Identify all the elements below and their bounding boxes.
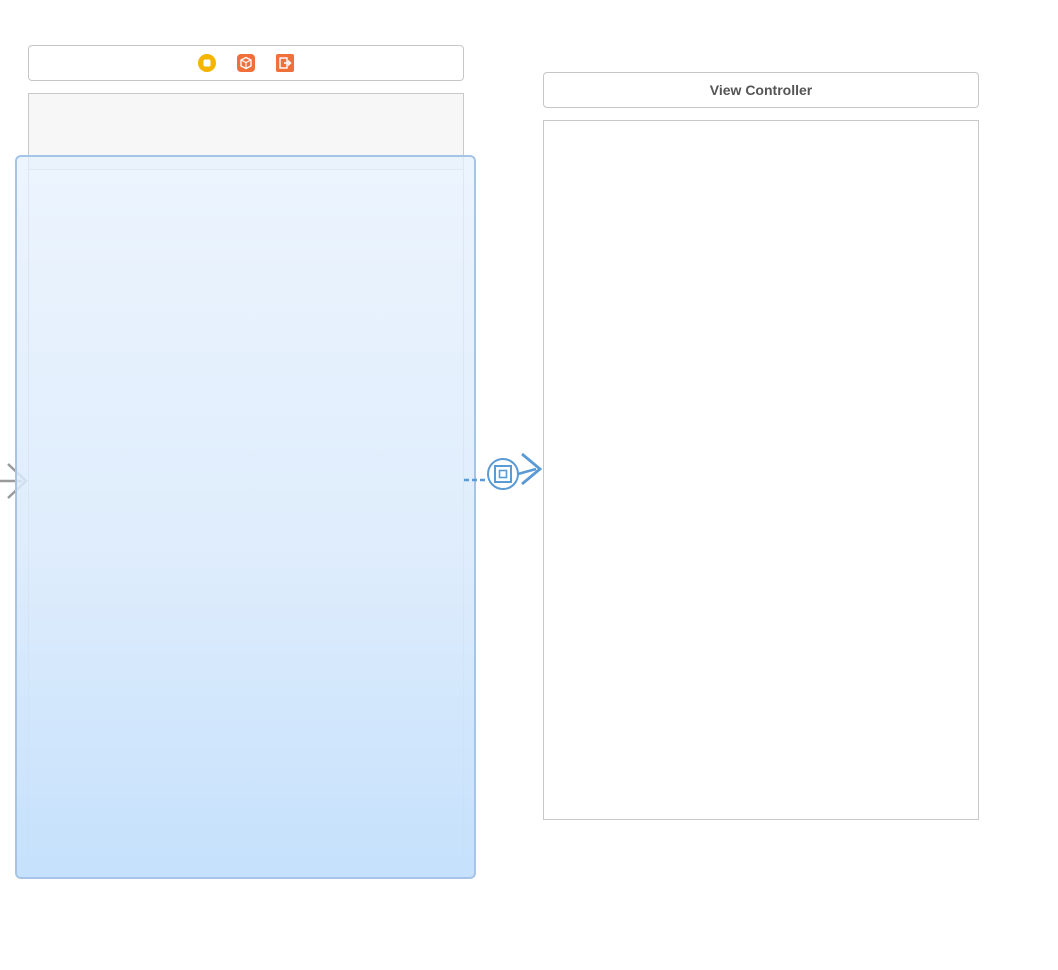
exit-icon[interactable] [276,54,294,72]
view-controller-frame[interactable] [543,120,979,820]
view-controller-title: View Controller [709,82,813,98]
selection-highlight [15,155,476,879]
view-controller-title-bar[interactable]: View Controller [543,72,979,108]
first-responder-icon[interactable] [237,54,255,72]
navigation-controller-icon[interactable] [198,54,216,72]
root-view-controller-segue[interactable] [462,448,548,494]
storyboard-canvas[interactable]: View Controller [0,0,1058,970]
navigation-scene-dock[interactable] [28,45,464,81]
